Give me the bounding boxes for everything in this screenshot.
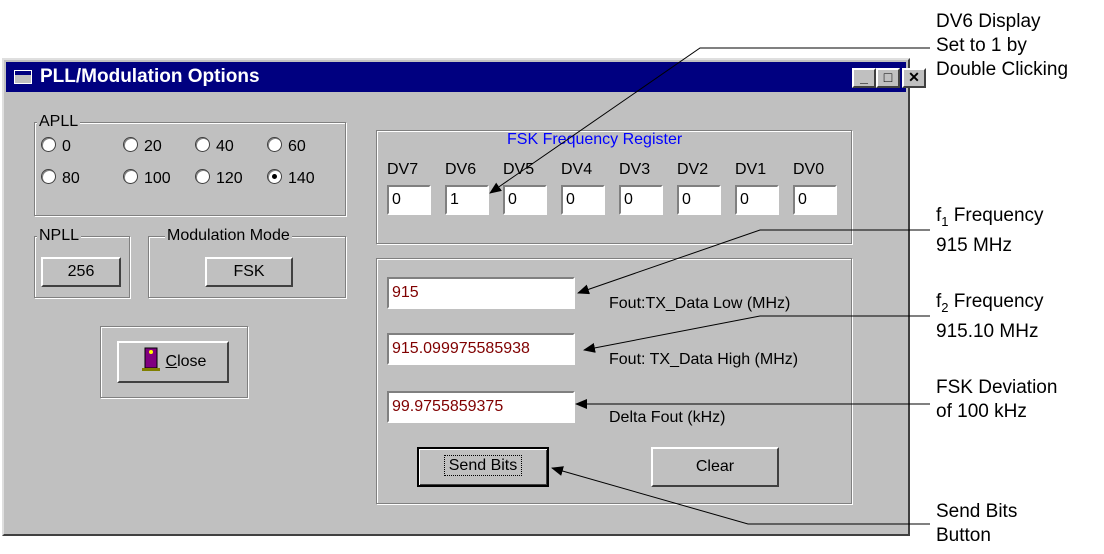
dv6-leader — [489, 47, 930, 194]
annotation-leaders — [489, 47, 930, 525]
f2-leader — [583, 315, 930, 353]
send-bits-leader — [551, 466, 930, 525]
f1-leader — [577, 229, 930, 295]
